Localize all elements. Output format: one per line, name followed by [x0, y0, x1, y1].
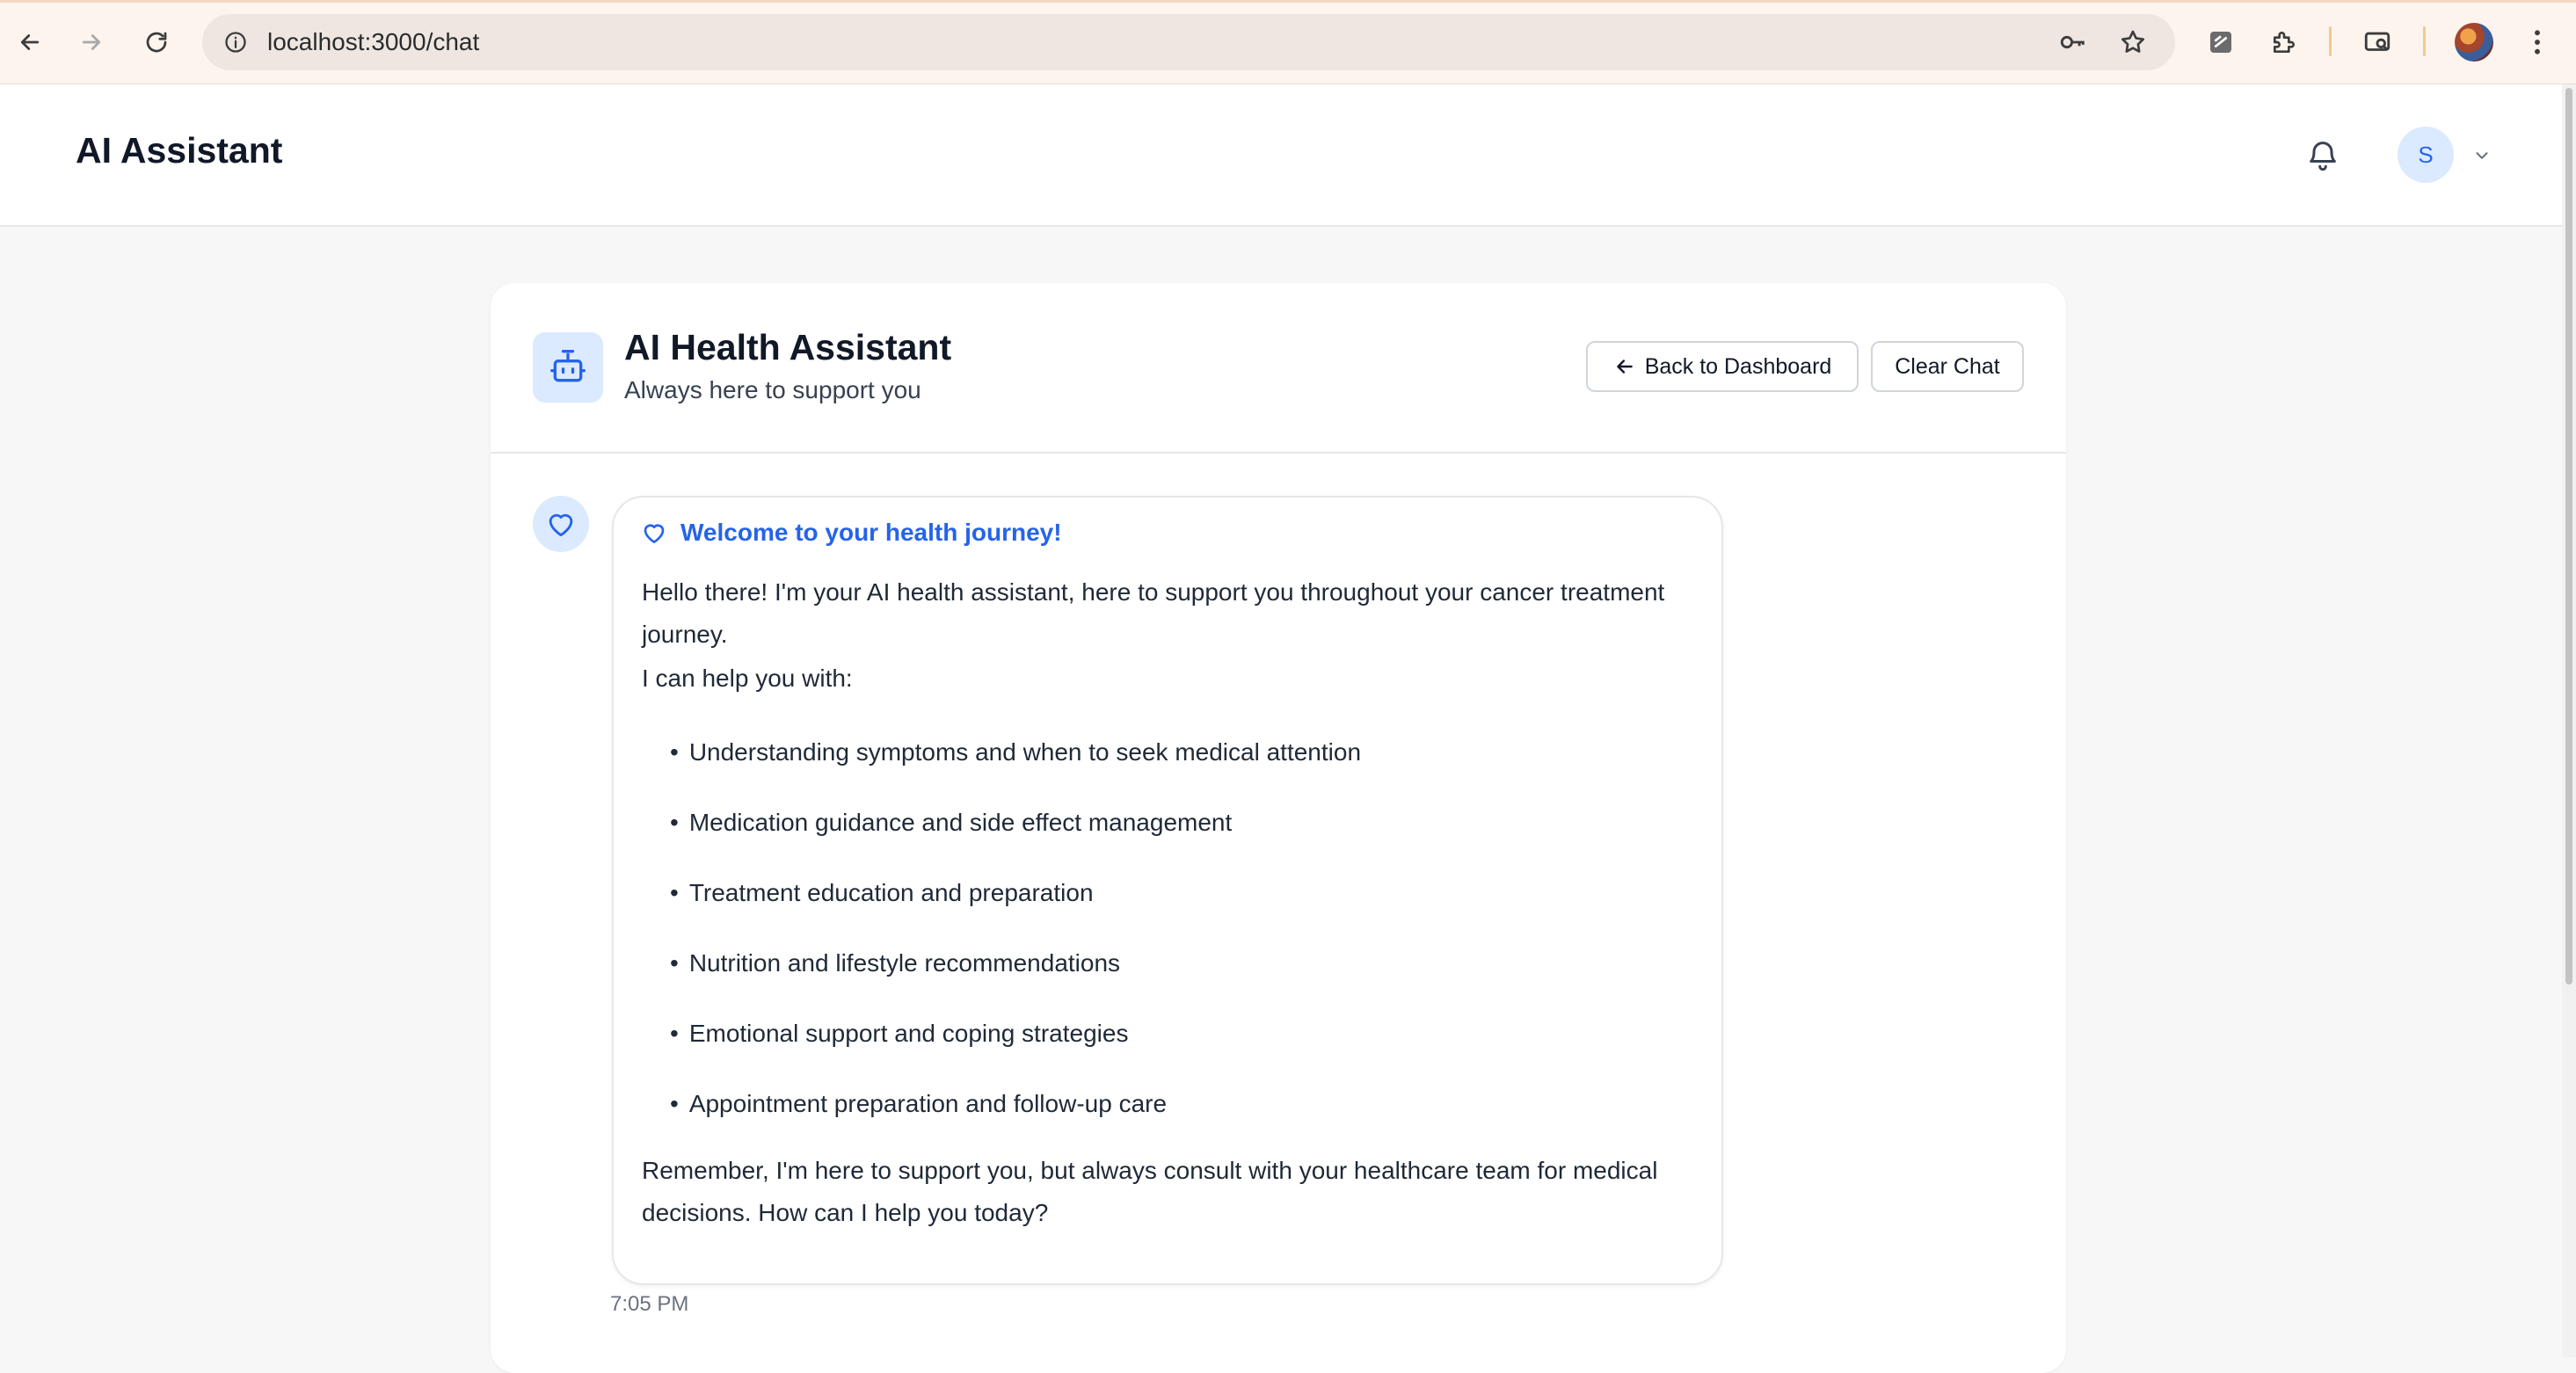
address-bar[interactable]: localhost:3000/chat [202, 14, 2175, 70]
chat-title: AI Health Assistant [624, 327, 952, 367]
message-heading: Welcome to your health journey! [640, 519, 1062, 547]
app-header: AI Assistant S [0, 84, 2562, 227]
back-to-dashboard-button[interactable]: Back to Dashboard [1586, 341, 1859, 392]
list-item: Medication guidance and side effect mana… [670, 809, 1232, 837]
app-title: AI Assistant [76, 130, 283, 171]
toolbar-accent-line [0, 0, 2576, 3]
notification-bell-icon[interactable] [2300, 132, 2346, 178]
toolbar-separator [2423, 26, 2426, 56]
chat-card: AI Health Assistant Always here to suppo… [491, 283, 2066, 1373]
list-item: Appointment preparation and follow-up ca… [670, 1090, 1167, 1118]
message-lead: I can help you with: [642, 665, 853, 692]
message-heading-text: Welcome to your health journey! [680, 519, 1062, 546]
toolbar-separator [2329, 26, 2332, 56]
bot-icon [533, 332, 603, 403]
bookmark-star-icon[interactable] [2117, 26, 2149, 58]
extension-app-icon[interactable] [2200, 21, 2242, 63]
list-item: Nutrition and lifestyle recommendations [670, 949, 1120, 977]
back-button-label: Back to Dashboard [1644, 353, 1832, 379]
browser-profile-avatar[interactable] [2455, 23, 2493, 62]
address-url[interactable]: localhost:3000/chat [267, 28, 479, 56]
message-timestamp: 7:05 PM [610, 1292, 689, 1316]
tab-search-icon[interactable] [2356, 21, 2398, 63]
forward-arrow-icon[interactable] [70, 21, 113, 63]
list-item: Understanding symptoms and when to seek … [670, 738, 1361, 766]
user-avatar[interactable]: S [2398, 127, 2454, 183]
chat-subtitle: Always here to support you [624, 376, 921, 403]
clear-chat-button[interactable]: Clear Chat [1871, 341, 2024, 392]
password-key-icon[interactable] [2057, 26, 2089, 58]
heart-icon [644, 524, 665, 543]
arrow-left-icon [1616, 360, 1633, 374]
chevron-down-icon[interactable] [2469, 142, 2495, 169]
message-closing: Remember, I'm here to support you, but a… [642, 1157, 1658, 1226]
site-info-icon[interactable] [220, 26, 251, 58]
browser-menu-icon[interactable] [2516, 21, 2558, 63]
browser-toolbar: localhost:3000/chat [0, 0, 2576, 84]
chat-header: AI Health Assistant Always here to suppo… [491, 283, 2066, 454]
reload-icon[interactable] [135, 21, 178, 63]
assistant-message-bubble: Welcome to your health journey! Hello th… [612, 496, 1723, 1285]
message-intro: Hello there! I'm your AI health assistan… [642, 578, 1665, 648]
list-item: Emotional support and coping strategies [670, 1020, 1129, 1048]
scrollbar-thumb[interactable] [2565, 88, 2572, 984]
extensions-puzzle-icon[interactable] [2263, 21, 2305, 63]
back-arrow-icon[interactable] [9, 21, 51, 63]
heart-avatar-icon [533, 496, 589, 552]
list-item: Treatment education and preparation [670, 879, 1094, 907]
